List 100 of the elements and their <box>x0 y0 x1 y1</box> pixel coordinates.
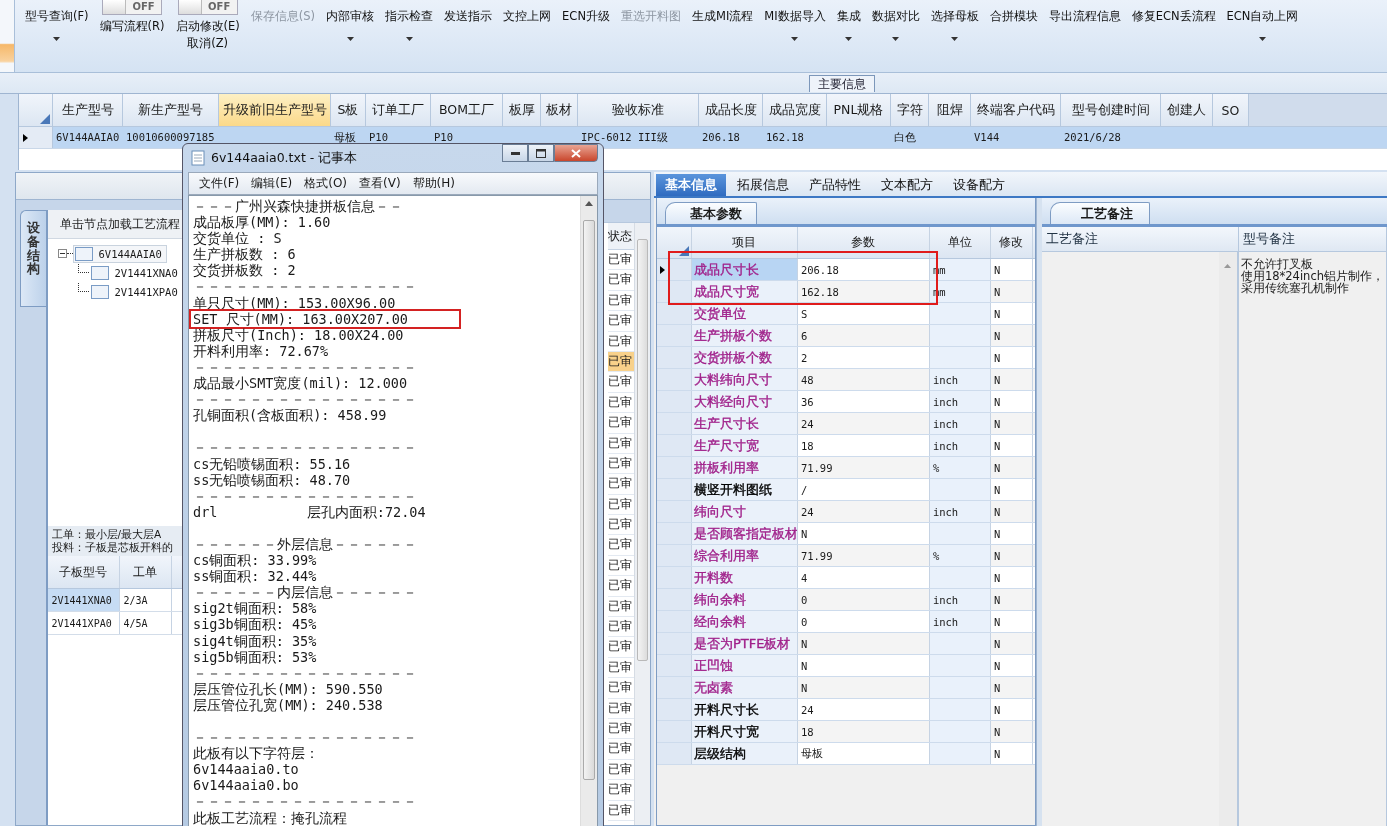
table-row[interactable]: 开料数 4 N <box>656 567 1035 589</box>
menu-item[interactable]: 格式(O) <box>300 175 352 192</box>
table-row[interactable]: 正凹蚀 N N <box>656 655 1035 677</box>
table-cell[interactable]: 已审 <box>607 351 634 373</box>
table-cell[interactable]: 已审 <box>607 311 634 332</box>
toggle-switch[interactable]: OFF <box>102 0 163 15</box>
table-row[interactable]: 拼板利用率 71.99 % N <box>656 457 1035 479</box>
column-header[interactable]: 成品宽度 <box>763 94 827 126</box>
table-row[interactable]: 综合利用率 71.99 % N <box>656 545 1035 567</box>
column-header[interactable]: 参数 <box>797 227 930 258</box>
toolbar-button[interactable]: 集成 <box>833 0 864 25</box>
table-cell[interactable]: 已审 <box>607 290 634 312</box>
tab[interactable]: 拓展信息 <box>727 174 798 196</box>
toolbar-button[interactable]: MI数据导入 <box>761 0 829 25</box>
column-header[interactable]: 状态 <box>607 223 634 250</box>
table-cell[interactable]: 已审 <box>607 433 634 454</box>
scrollbar[interactable] <box>1218 252 1237 826</box>
column-header[interactable]: BOM工厂 <box>431 94 503 126</box>
column-header[interactable]: 型号创建时间 <box>1061 94 1161 126</box>
table-cell[interactable]: 已审 <box>607 759 634 781</box>
toolbar-button[interactable]: 修复ECN丢流程 <box>1128 0 1219 25</box>
table-row[interactable]: 开料尺寸宽 18 N <box>656 721 1035 743</box>
column-header[interactable]: S板 <box>331 94 366 126</box>
tab[interactable]: 文本配方 <box>871 174 942 196</box>
toolbar-button[interactable]: 数据对比 <box>868 0 923 25</box>
toolbar-button[interactable]: 型号查询(F) <box>22 0 92 25</box>
caret-icon[interactable] <box>346 37 354 41</box>
caret-icon[interactable] <box>951 37 959 41</box>
table-row[interactable]: 大料经向尺寸 36 inch N <box>656 391 1035 413</box>
tree-node[interactable]: 2V1441XPA0 <box>88 282 183 301</box>
table-cell[interactable]: 已审 <box>607 494 634 516</box>
caret-icon[interactable] <box>845 37 853 41</box>
toolbar-button[interactable]: 编写流程(R) <box>96 15 168 35</box>
table-cell[interactable]: 2/3A <box>119 589 172 611</box>
column-header[interactable]: 验收标准 <box>578 94 699 126</box>
table-cell[interactable]: 已审 <box>607 719 634 740</box>
minimize-button[interactable] <box>502 144 528 162</box>
menu-item[interactable]: 帮助(H) <box>408 175 459 192</box>
column-header[interactable]: 生产型号 <box>53 94 123 126</box>
toolbar-button[interactable]: 启动修改(E) 取消(Z) <box>172 15 243 52</box>
column-header[interactable]: 单位 <box>929 227 991 258</box>
table-cell[interactable]: 已审 <box>607 535 634 556</box>
toolbar-button[interactable]: ECN自动上网 <box>1223 0 1302 25</box>
table-cell[interactable]: 2V1441XNA0 <box>47 589 120 611</box>
column-header[interactable]: 订单工厂 <box>366 94 431 126</box>
table-row[interactable]: 纬向余料 0 inch N <box>656 589 1035 611</box>
toggle-switch[interactable]: OFF <box>177 0 238 15</box>
table-cell[interactable]: 已审 <box>607 515 634 536</box>
tab[interactable]: 工艺备注 <box>1049 202 1150 224</box>
column-header[interactable]: 终端客户代码 <box>971 94 1061 126</box>
table-row[interactable]: 6V144AAIA0 10010600097185 母板 P10 P10 IPC-6012 III级 206.18 162.18 白色 V144 2021/6/28 <box>19 127 1387 149</box>
table-cell[interactable]: 已审 <box>607 270 634 291</box>
column-header[interactable]: 型号备注 <box>1238 227 1387 251</box>
column-header[interactable]: 板厚 <box>503 94 541 126</box>
toolbar-button[interactable]: 导出流程信息 <box>1045 0 1124 25</box>
table-cell[interactable]: 已审 <box>607 596 634 618</box>
column-header[interactable]: 板材 <box>541 94 578 126</box>
tab[interactable]: 基本信息 <box>655 174 726 196</box>
table-cell[interactable]: 2V1441XPA0 <box>47 612 120 634</box>
menu-item[interactable]: 编辑(E) <box>247 175 297 192</box>
maximize-button[interactable] <box>528 144 554 162</box>
tree-node[interactable]: 6V144AAIA0 <box>72 244 167 263</box>
table-cell[interactable]: 已审 <box>607 250 634 271</box>
vertical-tab[interactable]: 设备结构 <box>20 210 46 307</box>
caret-icon[interactable] <box>892 37 900 41</box>
tab[interactable]: 产品特性 <box>799 174 870 196</box>
table-row[interactable]: 经向余料 0 inch N <box>656 611 1035 633</box>
table-cell[interactable]: 已审 <box>607 698 634 719</box>
table-row[interactable]: 生产拼板个数 6 N <box>656 325 1035 347</box>
toolbar-button[interactable]: ECN升级 <box>559 0 613 25</box>
column-header[interactable]: 升级前旧生产型号 <box>219 94 331 126</box>
table-cell[interactable]: 已审 <box>607 780 634 801</box>
tab[interactable]: 基本参数 <box>664 202 757 224</box>
menu-item[interactable]: 文件(F) <box>195 175 244 192</box>
column-header[interactable]: 阻焊 <box>929 94 971 126</box>
column-header[interactable]: 项目 <box>691 227 798 258</box>
table-row[interactable]: 是否顾客指定板材 N N <box>656 523 1035 545</box>
toolbar-button[interactable]: 选择母板 <box>927 0 982 25</box>
scrollbar[interactable] <box>580 196 597 826</box>
toolbar-button[interactable]: 合拼模块 <box>986 0 1041 25</box>
table-row[interactable]: 无卤素 N N <box>656 677 1035 699</box>
table-cell[interactable]: 已审 <box>607 413 634 434</box>
toolbar-button[interactable]: 生成MI流程 <box>689 0 757 25</box>
table-row[interactable]: 生产尺寸长 24 inch N <box>656 413 1035 435</box>
table-cell[interactable]: 已审 <box>607 800 634 821</box>
caret-icon[interactable] <box>53 37 61 41</box>
tab[interactable]: 设备配方 <box>943 174 1014 196</box>
toolbar-button[interactable]: 内部审核 <box>323 0 378 25</box>
caret-icon[interactable] <box>791 37 799 41</box>
column-header[interactable]: 成品长度 <box>699 94 763 126</box>
table-cell[interactable]: 已审 <box>607 617 634 638</box>
table-cell[interactable]: 已审 <box>607 576 634 597</box>
table-row[interactable]: 层级结构 母板 N <box>656 743 1035 765</box>
table-cell[interactable]: 已审 <box>607 331 634 352</box>
table-cell[interactable]: 4/5A <box>119 612 172 634</box>
table-cell[interactable]: 已审 <box>607 555 634 577</box>
table-cell[interactable]: 已审 <box>607 657 634 679</box>
caret-icon[interactable] <box>1259 37 1266 41</box>
table-cell[interactable]: 已审 <box>607 372 634 393</box>
table-row[interactable]: 交货单位 S N <box>656 303 1035 325</box>
